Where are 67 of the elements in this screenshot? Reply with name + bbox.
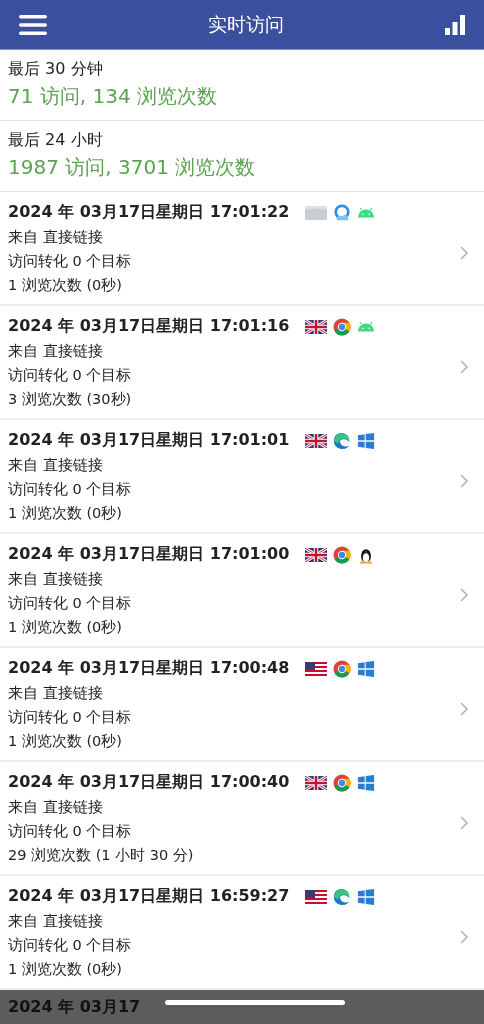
visit-conversion: 访问转化 0 个目标	[8, 708, 132, 727]
visit-row[interactable]: 2024 年 03月17日星期日 17:01:22 来自 直接链接 访问转化 0 个目标 1 浏览次数 (0秒)	[0, 192, 484, 306]
visit-row[interactable]: 2024 年 03月17日星期日 17:00:40 来自 直接链接 访问转化 0 个目标 29 浏览次数 (1 小时 30 分)	[0, 762, 484, 876]
windows-icon	[357, 659, 376, 678]
windows-icon	[357, 887, 376, 906]
visit-conversion: 访问转化 0 个目标	[8, 936, 132, 955]
visit-source: 来自 直接链接	[8, 342, 103, 361]
visit-conversion: 访问转化 0 个目标	[8, 594, 132, 613]
bar-chart-icon[interactable]	[445, 14, 465, 35]
chrome-icon	[333, 773, 352, 792]
chrome-icon	[333, 545, 352, 564]
visit-views: 1 浏览次数 (0秒)	[8, 618, 122, 637]
visit-views: 1 浏览次数 (0秒)	[8, 504, 122, 523]
visit-source: 来自 直接链接	[8, 912, 103, 931]
uk-flag-icon	[305, 547, 328, 562]
visit-time: 2024 年 03月17日星期日 17:01:00	[8, 544, 290, 565]
visit-source: 来自 直接链接	[8, 228, 103, 247]
visit-time: 2024 年 03月17日星期日 17:01:01	[8, 430, 290, 451]
page-title: 实时访问	[208, 11, 284, 37]
cloud-browser-icon	[333, 203, 352, 222]
chevron-right-icon	[460, 588, 468, 602]
visit-row[interactable]: 2024 年 03月17日星期日 17:01:01 来自 直接链接 访问转化 0 个目标 1 浏览次数 (0秒)	[0, 420, 484, 534]
visit-time: 2024 年 03月17	[8, 996, 141, 1018]
visit-row[interactable]: 2024 年 03月17日星期日 17:01:00 来自 直接链接 访问转化 0 个目标 1 浏览次数 (0秒)	[0, 534, 484, 648]
blank-flag-icon	[305, 205, 328, 220]
us-flag-icon	[305, 889, 328, 904]
uk-flag-icon	[305, 319, 328, 334]
summary-label: 最后 30 分钟	[8, 59, 103, 80]
chevron-right-icon	[460, 474, 468, 488]
edge-icon	[333, 431, 352, 450]
summary-label: 最后 24 小时	[8, 130, 103, 151]
uk-flag-icon	[305, 775, 328, 790]
visit-views: 1 浏览次数 (0秒)	[8, 276, 122, 295]
visit-source: 来自 直接链接	[8, 456, 103, 475]
visit-conversion: 访问转化 0 个目标	[8, 366, 132, 385]
summary-value: 71 访问, 134 浏览次数	[8, 83, 218, 110]
summary-value: 1987 访问, 3701 浏览次数	[8, 154, 256, 181]
visit-source: 来自 直接链接	[8, 570, 103, 589]
chevron-right-icon	[460, 816, 468, 830]
visit-views: 29 浏览次数 (1 小时 30 分)	[8, 846, 194, 865]
visit-source: 来自 直接链接	[8, 684, 103, 703]
visit-time: 2024 年 03月17日星期日 17:00:40	[8, 772, 290, 793]
visit-views: 1 浏览次数 (0秒)	[8, 732, 122, 751]
chrome-icon	[333, 659, 352, 678]
uk-flag-icon	[305, 433, 328, 448]
chevron-right-icon	[460, 360, 468, 374]
visit-conversion: 访问转化 0 个目标	[8, 822, 132, 841]
chevron-right-icon	[460, 930, 468, 944]
visit-source: 来自 直接链接	[8, 798, 103, 817]
edge-icon	[333, 887, 352, 906]
visit-time: 2024 年 03月17日星期日 17:01:22	[8, 202, 290, 223]
visit-conversion: 访问转化 0 个目标	[8, 480, 132, 499]
visit-time: 2024 年 03月17日星期日 17:01:16	[8, 316, 290, 337]
visit-time: 2024 年 03月17日星期日 16:59:27	[8, 886, 290, 907]
visit-views: 1 浏览次数 (0秒)	[8, 960, 122, 979]
visit-row[interactable]: 2024 年 03月17日星期日 17:01:16 来自 直接链接 访问转化 0 个目标 3 浏览次数 (30秒)	[0, 306, 484, 420]
chevron-right-icon	[460, 702, 468, 716]
chrome-icon	[333, 317, 352, 336]
windows-icon	[357, 431, 376, 450]
chevron-right-icon	[460, 246, 468, 260]
windows-icon	[357, 773, 376, 792]
visit-views: 3 浏览次数 (30秒)	[8, 390, 132, 409]
us-flag-icon	[305, 661, 328, 676]
visit-time: 2024 年 03月17日星期日 17:00:48	[8, 658, 290, 679]
visit-row[interactable]: 2024 年 03月17日星期日 17:00:48 来自 直接链接 访问转化 0 个目标 1 浏览次数 (0秒)	[0, 648, 484, 762]
visit-conversion: 访问转化 0 个目标	[8, 252, 132, 271]
menu-icon[interactable]	[19, 14, 47, 35]
